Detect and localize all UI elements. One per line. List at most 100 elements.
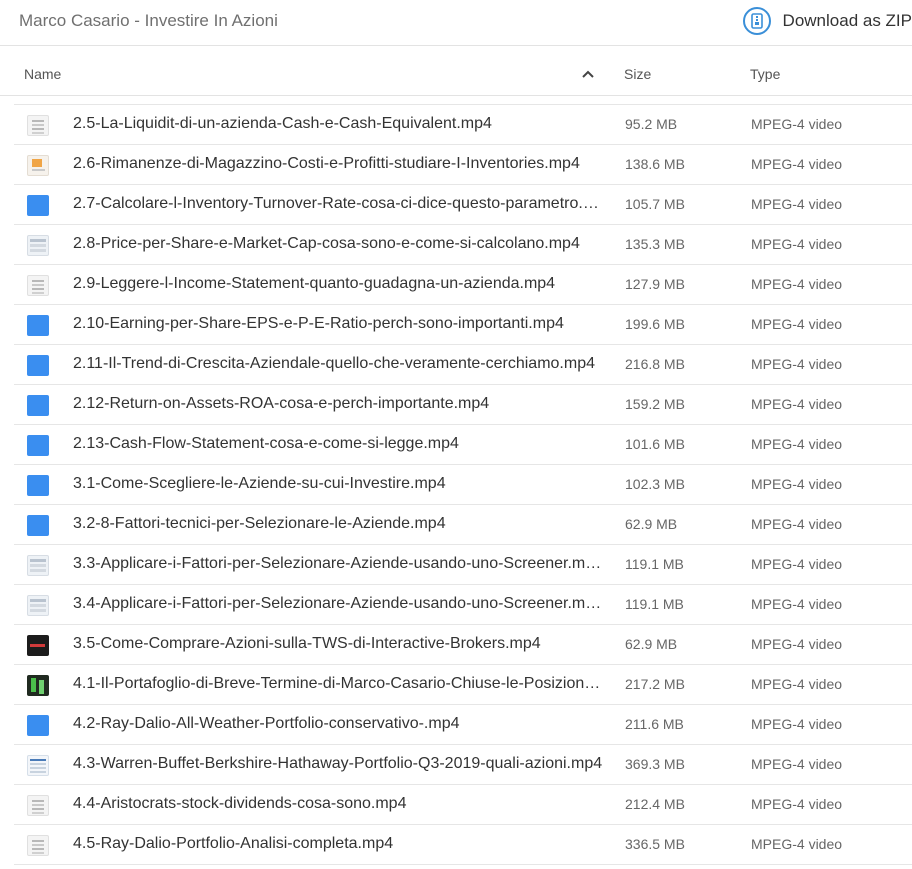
file-size: 119.1 MB [625,596,684,612]
file-type: MPEG-4 video [751,556,843,572]
file-name[interactable]: 2.9-Leggere-l-Income-Statement-quanto-gu… [73,275,603,293]
video-thumbnail-icon [27,195,49,216]
download-zip-button[interactable]: Download as ZIP [742,6,912,36]
top-bar: Marco Casario - Investire In Azioni Down… [0,0,912,46]
file-size: 127.9 MB [625,276,685,292]
file-list-header: Name Size Type [0,52,912,96]
file-name[interactable]: 3.4-Applicare-i-Fattori-per-Selezionare-… [73,595,603,613]
file-row[interactable]: 2.8-Price-per-Share-e-Market-Cap-cosa-so… [0,225,912,265]
file-row[interactable]: 2.12-Return-on-Assets-ROA-cosa-e-perch-i… [0,385,912,425]
file-row[interactable]: 4.3-Warren-Buffet-Berkshire-Hathaway-Por… [0,745,912,785]
video-thumbnail-icon [27,595,49,616]
file-row[interactable]: 3.2-8-Fattori-tecnici-per-Selezionare-le… [0,505,912,545]
download-zip-label: Download as ZIP [782,11,912,30]
file-size: 336.5 MB [625,836,685,852]
zip-archive-icon [742,7,771,35]
video-thumbnail-icon [27,755,49,776]
file-size: 138.6 MB [625,156,685,172]
file-row[interactable]: 2.11-Il-Trend-di-Crescita-Aziendale-quel… [0,345,912,385]
video-thumbnail-icon [27,275,49,296]
file-type: MPEG-4 video [751,476,843,492]
video-thumbnail-icon [27,795,49,816]
chevron-up-icon[interactable] [581,68,595,80]
video-thumbnail-icon [27,235,49,256]
column-header-size[interactable]: Size [624,66,651,82]
file-name[interactable]: 4.2-Ray-Dalio-All-Weather-Portfolio-cons… [73,715,603,733]
file-type: MPEG-4 video [751,756,843,772]
file-size: 212.4 MB [625,796,685,812]
file-type: MPEG-4 video [751,836,843,852]
file-name[interactable]: 2.10-Earning-per-Share-EPS-e-P-E-Ratio-p… [73,315,603,333]
file-type: MPEG-4 video [751,796,843,812]
file-size: 119.1 MB [625,556,684,572]
file-row[interactable]: 4.2-Ray-Dalio-All-Weather-Portfolio-cons… [0,705,912,745]
video-thumbnail-icon [27,555,49,576]
file-name[interactable]: 2.8-Price-per-Share-e-Market-Cap-cosa-so… [73,235,603,253]
file-row[interactable]: 3.3-Applicare-i-Fattori-per-Selezionare-… [0,545,912,585]
video-thumbnail-icon [27,635,49,656]
file-row[interactable]: 4.5-Ray-Dalio-Portfolio-Analisi-completa… [0,825,912,865]
file-name[interactable]: 4.3-Warren-Buffet-Berkshire-Hathaway-Por… [73,755,603,773]
file-type: MPEG-4 video [751,196,843,212]
file-row[interactable]: 2.13-Cash-Flow-Statement-cosa-e-come-si-… [0,425,912,465]
file-size: 199.6 MB [625,316,685,332]
file-name[interactable]: 4.5-Ray-Dalio-Portfolio-Analisi-completa… [73,835,603,853]
file-name[interactable]: 2.11-Il-Trend-di-Crescita-Aziendale-quel… [73,355,603,373]
video-thumbnail-icon [27,475,49,496]
file-type: MPEG-4 video [751,396,843,412]
file-row[interactable]: 3.4-Applicare-i-Fattori-per-Selezionare-… [0,585,912,625]
file-size: 101.6 MB [625,436,685,452]
file-type: MPEG-4 video [751,596,843,612]
file-type: MPEG-4 video [751,236,843,252]
file-type: MPEG-4 video [751,436,843,452]
file-size: 135.3 MB [625,236,685,252]
file-type: MPEG-4 video [751,516,843,532]
file-row[interactable]: 4.4-Aristocrats-stock-dividends-cosa-son… [0,785,912,825]
video-thumbnail-icon [27,835,49,856]
file-type: MPEG-4 video [751,156,843,172]
file-name[interactable]: 4.1-Il-Portafoglio-di-Breve-Termine-di-M… [73,675,603,693]
file-row[interactable]: 3.1-Come-Scegliere-le-Aziende-su-cui-Inv… [0,465,912,505]
file-type: MPEG-4 video [751,676,843,692]
file-name[interactable]: 2.7-Calcolare-l-Inventory-Turnover-Rate-… [73,195,603,213]
file-list-rows: 2.5-La-Liquidit-di-un-azienda-Cash-e-Cas… [0,96,912,865]
file-name[interactable]: 2.13-Cash-Flow-Statement-cosa-e-come-si-… [73,435,603,453]
file-name[interactable]: 3.5-Come-Comprare-Azioni-sulla-TWS-di-In… [73,635,603,653]
video-thumbnail-icon [27,155,49,176]
video-thumbnail-icon [27,435,49,456]
file-type: MPEG-4 video [751,356,843,372]
row-divider [14,864,912,865]
file-size: 62.9 MB [625,636,678,652]
file-size: 95.2 MB [625,116,678,132]
file-row[interactable]: 4.1-Il-Portafoglio-di-Breve-Termine-di-M… [0,665,912,705]
file-name[interactable]: 2.6-Rimanenze-di-Magazzino-Costi-e-Profi… [73,155,603,173]
file-size: 105.7 MB [625,196,685,212]
column-header-type[interactable]: Type [750,66,780,82]
file-row[interactable]: 2.7-Calcolare-l-Inventory-Turnover-Rate-… [0,185,912,225]
file-row[interactable]: 2.5-La-Liquidit-di-un-azienda-Cash-e-Cas… [0,105,912,145]
video-thumbnail-icon [27,355,49,376]
file-size: 217.2 MB [625,676,685,692]
file-name[interactable]: 3.3-Applicare-i-Fattori-per-Selezionare-… [73,555,603,573]
file-name[interactable]: 3.2-8-Fattori-tecnici-per-Selezionare-le… [73,515,603,533]
file-row[interactable]: 2.9-Leggere-l-Income-Statement-quanto-gu… [0,265,912,305]
file-row[interactable]: 2.10-Earning-per-Share-EPS-e-P-E-Ratio-p… [0,305,912,345]
file-type: MPEG-4 video [751,636,843,652]
file-type: MPEG-4 video [751,116,843,132]
column-header-name[interactable]: Name [24,66,61,82]
file-name[interactable]: 2.5-La-Liquidit-di-un-azienda-Cash-e-Cas… [73,115,603,133]
file-row[interactable]: 3.5-Come-Comprare-Azioni-sulla-TWS-di-In… [0,625,912,665]
file-row[interactable] [0,96,912,105]
video-thumbnail-icon [27,395,49,416]
file-name[interactable]: 4.4-Aristocrats-stock-dividends-cosa-son… [73,795,603,813]
file-row[interactable]: 2.6-Rimanenze-di-Magazzino-Costi-e-Profi… [0,145,912,185]
file-list[interactable]: 2.5-La-Liquidit-di-un-azienda-Cash-e-Cas… [0,96,912,869]
video-thumbnail-icon [27,115,49,136]
file-size: 369.3 MB [625,756,685,772]
file-type: MPEG-4 video [751,716,843,732]
file-size: 216.8 MB [625,356,685,372]
file-name[interactable]: 3.1-Come-Scegliere-le-Aziende-su-cui-Inv… [73,475,603,493]
file-name[interactable]: 2.12-Return-on-Assets-ROA-cosa-e-perch-i… [73,395,603,413]
file-size: 102.3 MB [625,476,685,492]
video-thumbnail-icon [27,315,49,336]
